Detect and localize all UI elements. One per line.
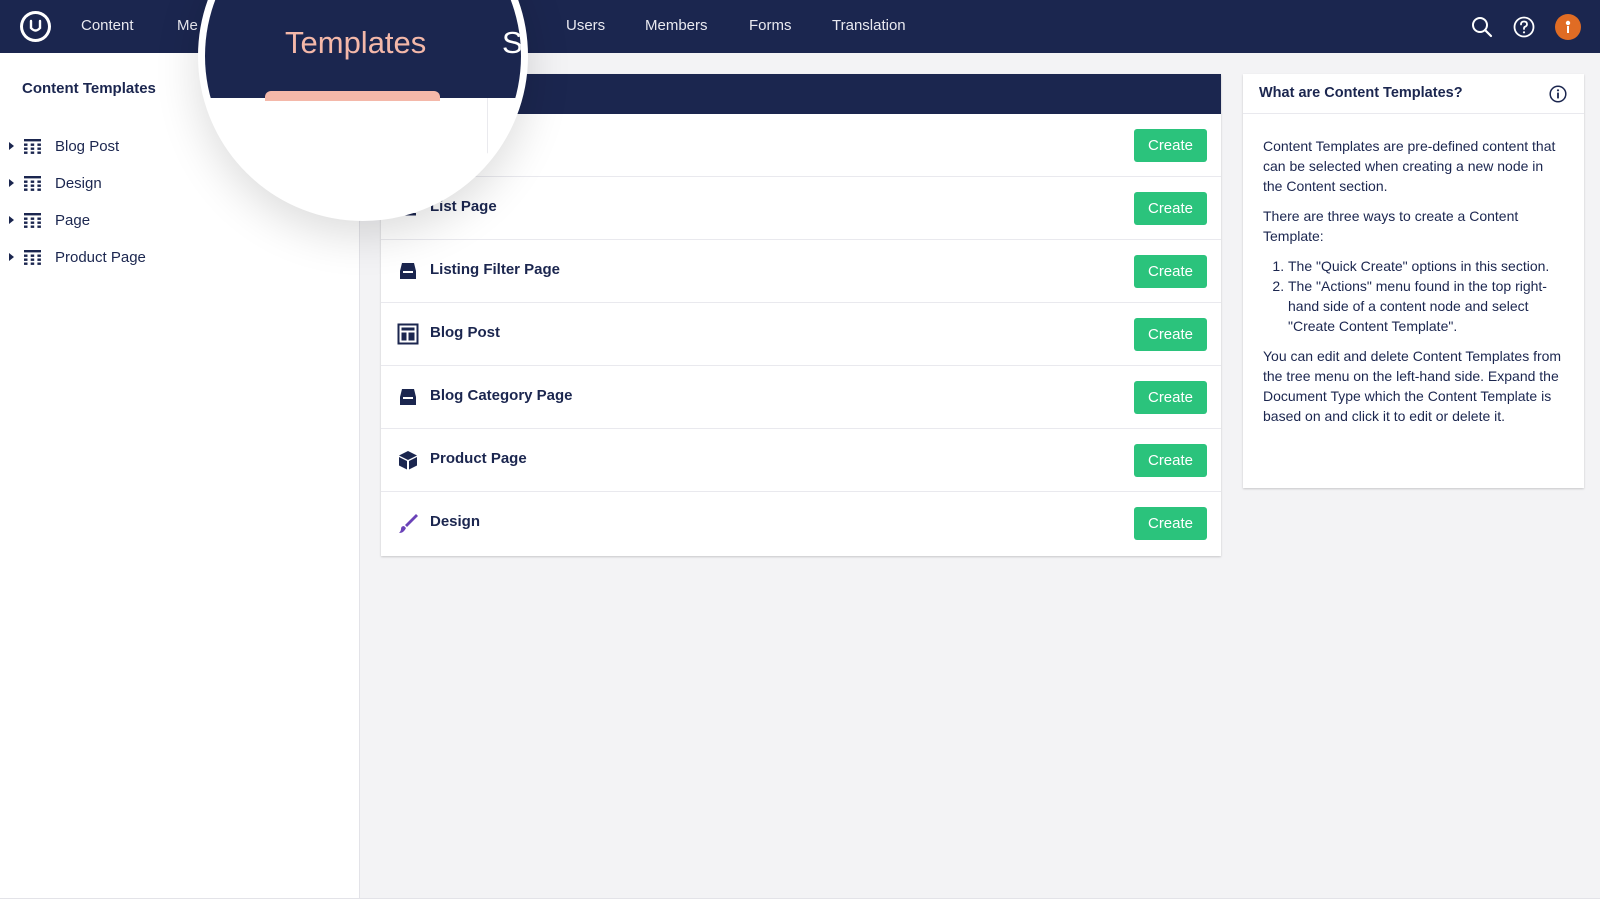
help-body: Content Templates are pre-defined conten…: [1263, 136, 1563, 436]
template-row: Design Create: [381, 492, 1221, 555]
layout-icon: [397, 323, 419, 345]
templates-card: Create List Page Create Listing Filter P…: [381, 74, 1221, 556]
caret-right-icon[interactable]: [9, 179, 14, 187]
info-icon[interactable]: [1549, 85, 1567, 103]
create-button[interactable]: Create: [1134, 507, 1207, 540]
caret-right-icon[interactable]: [9, 142, 14, 150]
help-title: What are Content Templates?: [1259, 85, 1463, 101]
help-way-item: The "Actions" menu found in the top righ…: [1288, 276, 1563, 336]
tree-item-label: Page: [55, 212, 91, 229]
inbox-icon: [400, 389, 416, 405]
template-row: Blog Category Page Create: [381, 366, 1221, 429]
grid-icon: [24, 250, 41, 265]
template-row: Blog Post Create: [381, 303, 1221, 366]
magnified-divider: [487, 98, 488, 214]
tree-item-product-page[interactable]: Product Page: [0, 243, 359, 273]
help-ways-list: The "Quick Create" options in this secti…: [1288, 256, 1563, 336]
help-circle-icon[interactable]: [1512, 15, 1536, 39]
caret-right-icon[interactable]: [9, 216, 14, 224]
help-ways-intro: There are three ways to create a Content…: [1263, 208, 1519, 244]
tree-item-label: Blog Post: [55, 138, 120, 155]
box-icon: [399, 451, 417, 470]
create-button[interactable]: Create: [1134, 381, 1207, 414]
grid-icon: [24, 213, 41, 228]
help-intro: Content Templates are pre-defined conten…: [1263, 138, 1556, 194]
create-button[interactable]: Create: [1134, 255, 1207, 288]
caret-right-icon[interactable]: [9, 253, 14, 261]
active-section-indicator: [265, 91, 440, 101]
help-panel: What are Content Templates? Content Temp…: [1243, 74, 1584, 488]
template-row: Product Page Create: [381, 429, 1221, 492]
brush-icon: [399, 514, 418, 533]
nav-users[interactable]: Users: [566, 0, 605, 53]
nav-members[interactable]: Members: [645, 0, 708, 53]
template-row: List Page Create: [381, 177, 1221, 240]
nav-media[interactable]: Me: [177, 0, 198, 53]
tree-item-label: Design: [55, 175, 102, 192]
nav-forms[interactable]: Forms: [749, 0, 792, 53]
magnified-nav-bar: Templates S: [205, 0, 523, 101]
create-button[interactable]: Create: [1134, 444, 1207, 477]
help-way-item: The "Quick Create" options in this secti…: [1288, 256, 1563, 276]
magnified-templates-label: Templates: [285, 25, 427, 60]
template-name: Product Page: [430, 450, 527, 467]
create-button[interactable]: Create: [1134, 318, 1207, 351]
nav-content[interactable]: Content: [81, 0, 134, 53]
grid-icon: [24, 139, 41, 154]
logo-u-icon: [29, 19, 42, 32]
tree-title: Content Templates: [22, 80, 156, 97]
help-outro: You can edit and delete Content Template…: [1263, 348, 1562, 424]
search-icon[interactable]: [1470, 15, 1494, 39]
grid-icon: [24, 176, 41, 191]
template-name: Listing Filter Page: [430, 261, 561, 278]
create-button[interactable]: Create: [1134, 192, 1207, 225]
avatar-figure-icon: [1565, 20, 1571, 33]
create-button[interactable]: Create: [1134, 129, 1207, 162]
template-name: Blog Post: [430, 324, 500, 341]
tree-item-label: Product Page: [55, 249, 146, 266]
help-header: What are Content Templates?: [1243, 74, 1584, 114]
inbox-icon: [400, 263, 416, 279]
magnified-partial-label: S: [502, 25, 523, 60]
user-avatar[interactable]: [1555, 14, 1581, 40]
template-name: Design: [430, 513, 481, 530]
nav-translation[interactable]: Translation: [832, 0, 906, 53]
template-row: Listing Filter Page Create: [381, 240, 1221, 303]
umbraco-logo[interactable]: [20, 11, 51, 42]
template-name: Blog Category Page: [430, 387, 573, 404]
